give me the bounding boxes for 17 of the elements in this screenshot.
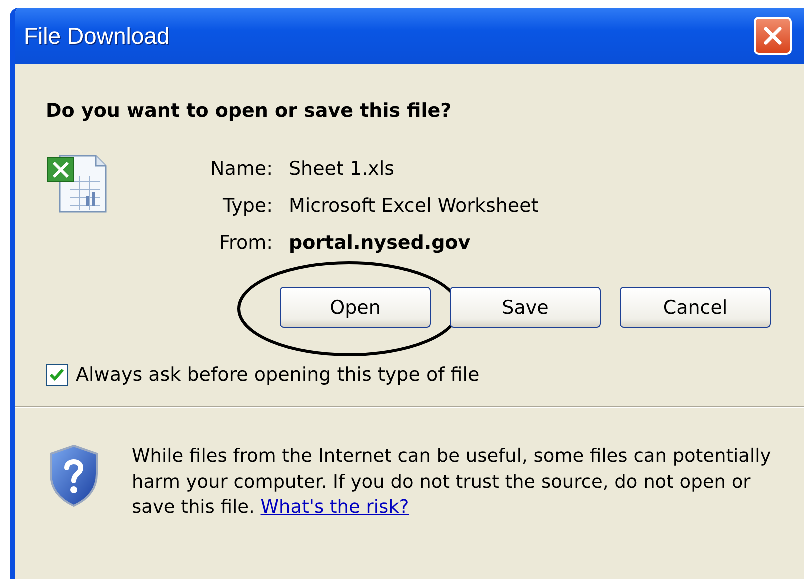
window-title: File Download [24,22,170,50]
shield-question-icon [47,444,101,508]
checkbox[interactable] [46,364,68,386]
warning-text: While files from the Internet can be useful, some files can potentially harm your computer. If you do not trust the source, do not open or save this file. What's the risk? [132,445,772,520]
field-label: From: [218,232,273,254]
risk-link[interactable]: What's the risk? [260,497,410,518]
checkbox-label[interactable]: Always ask before opening this type of file [76,364,480,386]
field-value: portal.nysed.gov [289,232,471,254]
field-value: Microsoft Excel Worksheet [289,194,539,216]
question-text: Do you want to open or save this file? [46,99,453,124]
close-button[interactable] [754,17,792,55]
dialog-button[interactable]: Save [450,287,601,328]
field-label: Type: [222,194,273,216]
field-label: Name: [210,158,273,180]
dialog-button[interactable]: Open [280,287,431,328]
field-value: Sheet 1.xls [289,158,395,180]
dialog-button[interactable]: Cancel [620,287,771,328]
